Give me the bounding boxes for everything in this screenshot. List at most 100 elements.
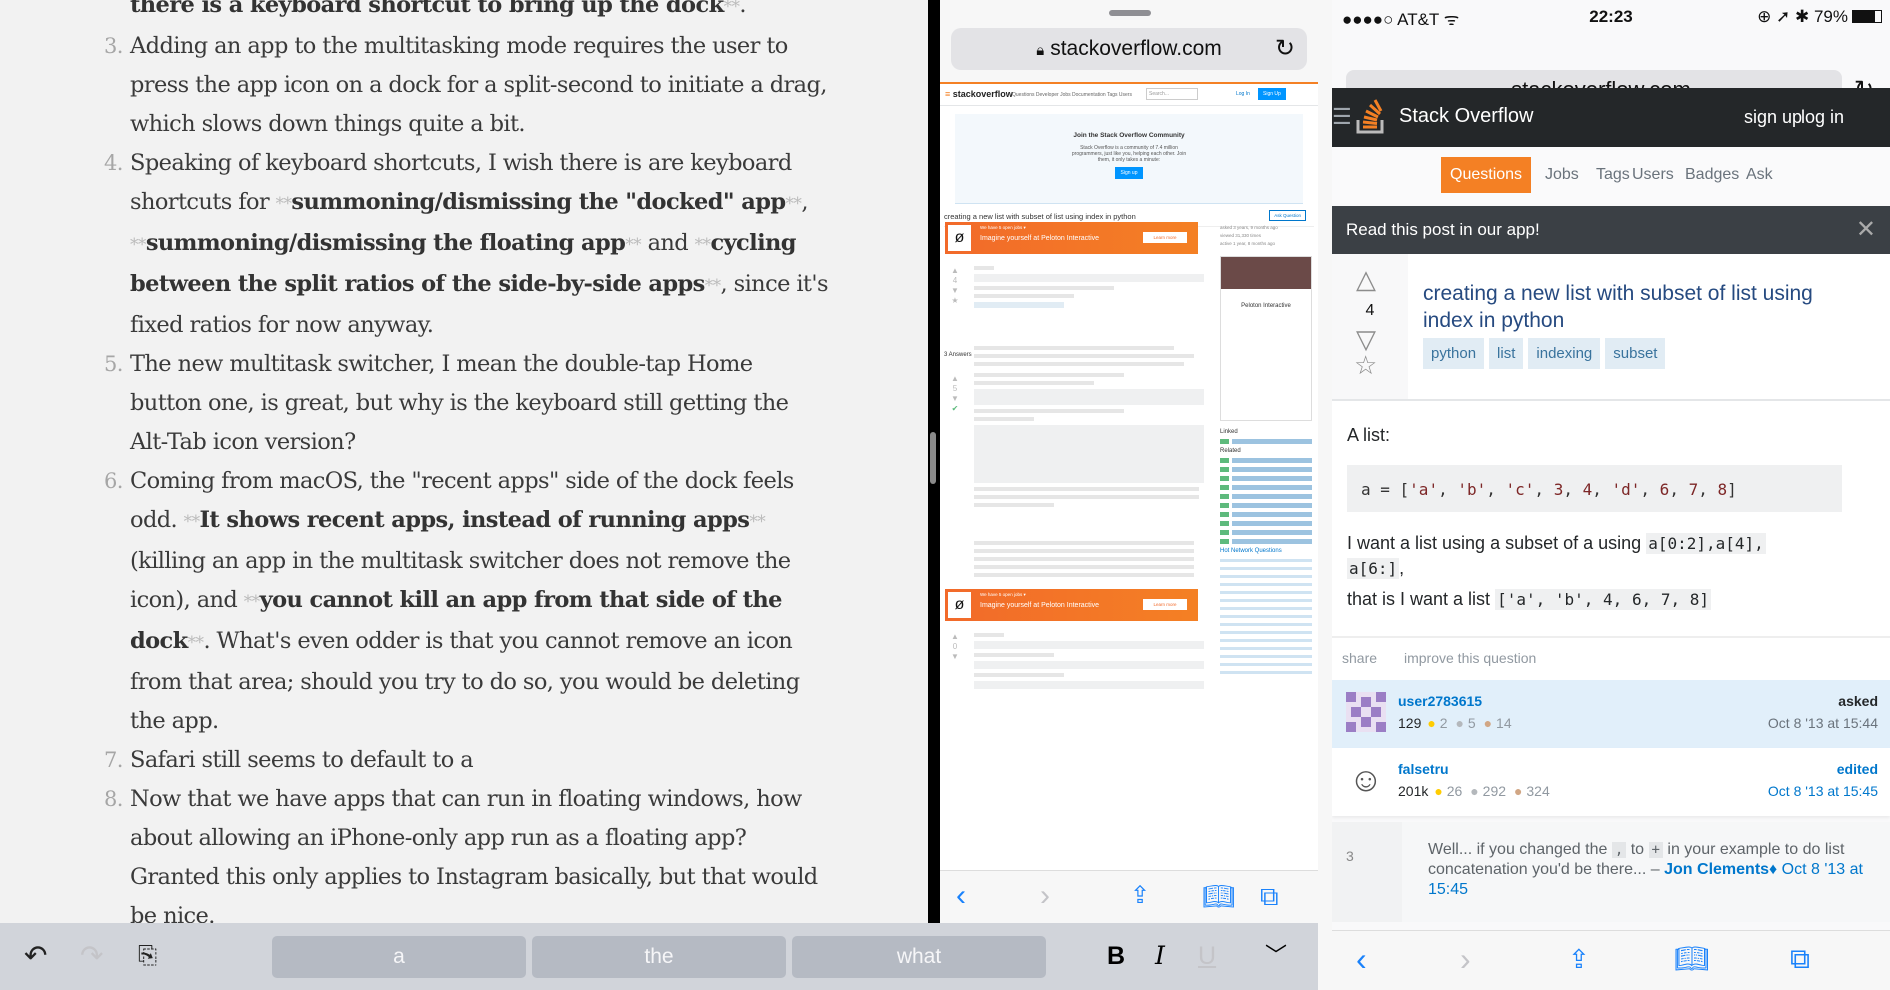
downvote-icon[interactable]: ▽ bbox=[1356, 326, 1376, 352]
search-input[interactable]: Search... bbox=[1146, 88, 1198, 100]
clipboard-icon[interactable]: ⎘ bbox=[138, 941, 157, 971]
list-item[interactable]: 8. Now that we have apps that can run in … bbox=[0, 780, 928, 923]
edited-date[interactable]: Oct 8 '13 at 15:45 bbox=[1768, 783, 1878, 799]
so-logo[interactable]: ≡ stackoverflow bbox=[945, 89, 1013, 99]
text-editor[interactable]: there is a keyboard shortcut to bring up… bbox=[0, 0, 928, 923]
redo-icon[interactable]: ↷ bbox=[80, 941, 103, 971]
bold-button[interactable]: B bbox=[1107, 940, 1125, 972]
nav-badges[interactable]: Badges bbox=[1685, 157, 1739, 193]
web-page[interactable]: ≡ stackoverflow Questions Developer Jobs… bbox=[940, 82, 1318, 870]
login-link[interactable]: log in bbox=[1801, 107, 1844, 128]
battery-icon bbox=[1852, 10, 1882, 23]
comment: 3 Well... if you changed the , to + in y… bbox=[1332, 822, 1890, 922]
close-icon[interactable]: ✕ bbox=[1856, 215, 1876, 244]
tabs-icon[interactable]: ⧉ bbox=[1260, 879, 1279, 913]
app-banner[interactable]: Read this post in our app! ✕ bbox=[1332, 206, 1890, 254]
join-signup-button[interactable]: Sign up bbox=[1114, 167, 1144, 179]
list-item[interactable]: 3. Adding an app to the multitasking mode… bbox=[0, 27, 928, 144]
job-ad[interactable]: ø We have 5 open jobs ▾ Imagine yourself… bbox=[945, 222, 1198, 254]
share-link[interactable]: share bbox=[1342, 650, 1377, 666]
italic-button[interactable]: I bbox=[1155, 940, 1165, 972]
underline-button[interactable]: U bbox=[1198, 940, 1216, 972]
address-bar[interactable]: 🔒︎ stackoverflow.com ↻ bbox=[951, 28, 1307, 70]
favorite-star-icon[interactable]: ☆ bbox=[1354, 352, 1377, 378]
markdown-marker: ** bbox=[625, 235, 642, 255]
user-reputation: 129 ● 2 ● 5 ● 14 bbox=[1398, 715, 1512, 731]
post-actions: share improve this question bbox=[1332, 636, 1890, 680]
so-nav[interactable]: Questions Developer Jobs Documentation T… bbox=[1012, 92, 1132, 98]
edited-label[interactable]: edited bbox=[1837, 761, 1878, 777]
tabs-icon[interactable]: ⧉ bbox=[1790, 941, 1810, 977]
user-name[interactable]: user2783615 bbox=[1398, 693, 1482, 709]
nav-jobs[interactable]: Jobs bbox=[1545, 157, 1579, 193]
tag-python[interactable]: python bbox=[1423, 338, 1485, 369]
list-item[interactable]: 6. Coming from macOS, the "recent apps" s… bbox=[0, 462, 928, 741]
suggestion-2[interactable]: the bbox=[532, 936, 786, 978]
bookmarks-icon[interactable]: 📖︎ bbox=[1202, 879, 1235, 913]
identicon-avatar[interactable] bbox=[1346, 692, 1386, 732]
list-item[interactable]: 5. The new multitask switcher, I mean the… bbox=[0, 345, 928, 462]
site-nav: Questions Jobs Tags Users Badges Ask bbox=[1332, 147, 1890, 203]
upvote-icon[interactable]: △ bbox=[1356, 266, 1376, 292]
markdown-marker: ** bbox=[785, 194, 802, 214]
vote-column: △ 4 ▽ ☆ bbox=[1332, 254, 1408, 399]
ask-question-button[interactable]: Ask Question bbox=[1269, 210, 1306, 221]
user-avatar[interactable]: ☺ bbox=[1346, 760, 1386, 800]
question-body: A list: a = ['a', 'b', 'c', 3, 4, 'd', 6… bbox=[1332, 401, 1890, 636]
list-number: 6. bbox=[104, 469, 123, 493]
nav-questions[interactable]: Questions bbox=[1441, 157, 1532, 193]
forward-icon[interactable]: › bbox=[1040, 879, 1050, 913]
split-view-divider[interactable] bbox=[928, 0, 940, 923]
bold-text: there is a keyboard shortcut to bring up… bbox=[130, 0, 724, 18]
nav-users[interactable]: Users bbox=[1632, 157, 1674, 193]
asked-signature: user2783615 129 ● 2 ● 5 ● 14 asked Oct 8 '1… bbox=[1332, 680, 1890, 748]
undo-icon[interactable]: ↶ bbox=[24, 941, 47, 971]
bookmarks-icon[interactable]: 📖︎ bbox=[1674, 941, 1710, 977]
status-bar: ●●●●○ AT&T ᯤ 22:23 ⊕ ➚ ✱ 79% bbox=[1332, 0, 1890, 34]
bold-text: summoning/dismissing the "docked" app bbox=[291, 189, 786, 215]
company-card[interactable]: Peloton Interactive bbox=[1220, 256, 1312, 421]
improve-question-link[interactable]: improve this question bbox=[1404, 650, 1536, 666]
markdown-marker: ** bbox=[704, 276, 721, 296]
learn-more-button-2[interactable]: Learn more bbox=[1143, 599, 1187, 610]
answer-vote-1[interactable]: ▲ 5 ▼ ✔ bbox=[950, 374, 960, 414]
want-text: I want a list using a subset of a using … bbox=[1347, 533, 1766, 579]
divider-handle[interactable] bbox=[930, 432, 936, 484]
question-header: △ 4 ▽ ☆ creating a new list with subset … bbox=[1332, 254, 1890, 401]
brand-name[interactable]: Stack Overflow bbox=[1399, 105, 1533, 128]
answer-vote-2[interactable]: ▲ 0 ▼ bbox=[950, 632, 960, 662]
join-text: Stack Overflow is a community of 7.4 mil… bbox=[1071, 145, 1187, 163]
signup-link[interactable]: sign up bbox=[1744, 107, 1802, 128]
url-text: stackoverflow.com bbox=[1050, 37, 1222, 60]
list-item[interactable]: 7. Safari still seems to default to a bbox=[0, 741, 928, 780]
question-vote[interactable]: ▲ 4 ▼ ★ bbox=[950, 266, 960, 306]
login-link[interactable]: Log In bbox=[1236, 91, 1250, 97]
back-icon[interactable]: ‹ bbox=[956, 879, 966, 913]
learn-more-button[interactable]: Learn more bbox=[1143, 232, 1187, 243]
forward-icon[interactable]: › bbox=[1460, 941, 1471, 977]
slideover-grabber[interactable] bbox=[1109, 10, 1151, 16]
nav-tags[interactable]: Tags bbox=[1596, 157, 1630, 193]
share-icon[interactable]: ⇪ bbox=[1130, 879, 1150, 913]
nav-ask[interactable]: Ask bbox=[1746, 157, 1773, 193]
list-item[interactable]: 4. Speaking of keyboard shortcuts, I wish… bbox=[0, 144, 928, 345]
slideover-safari: 🔒︎ stackoverflow.com ↻ ≡ stackoverflow Qu… bbox=[940, 0, 1318, 923]
stackoverflow-logo-icon[interactable] bbox=[1356, 98, 1386, 134]
hamburger-icon[interactable]: ☰ bbox=[1332, 104, 1352, 130]
tag-list[interactable]: list bbox=[1489, 338, 1524, 369]
so-header: ☰ Stack Overflow sign up log in bbox=[1332, 88, 1890, 147]
back-icon[interactable]: ‹ bbox=[1356, 941, 1367, 977]
tag-indexing[interactable]: indexing bbox=[1528, 338, 1601, 369]
share-icon[interactable]: ⇪ bbox=[1568, 941, 1590, 977]
suggestion-3[interactable]: what bbox=[792, 936, 1046, 978]
list-item[interactable]: there is a keyboard shortcut to bring up… bbox=[0, 0, 928, 27]
chevron-down-icon[interactable]: ﹀ bbox=[1265, 940, 1287, 972]
job-ad-2[interactable]: ø We have 5 open jobs ▾ Imagine yourself… bbox=[945, 589, 1198, 621]
signup-button[interactable]: Sign Up bbox=[1258, 88, 1286, 100]
reload-icon[interactable]: ↻ bbox=[1275, 28, 1295, 70]
question-title[interactable]: creating a new list with subset of list … bbox=[1423, 280, 1863, 334]
tag-subset[interactable]: subset bbox=[1605, 338, 1666, 369]
comment-author[interactable]: Jon Clements bbox=[1664, 861, 1769, 878]
suggestion-1[interactable]: a bbox=[272, 936, 526, 978]
user-name[interactable]: falsetru bbox=[1398, 761, 1449, 777]
